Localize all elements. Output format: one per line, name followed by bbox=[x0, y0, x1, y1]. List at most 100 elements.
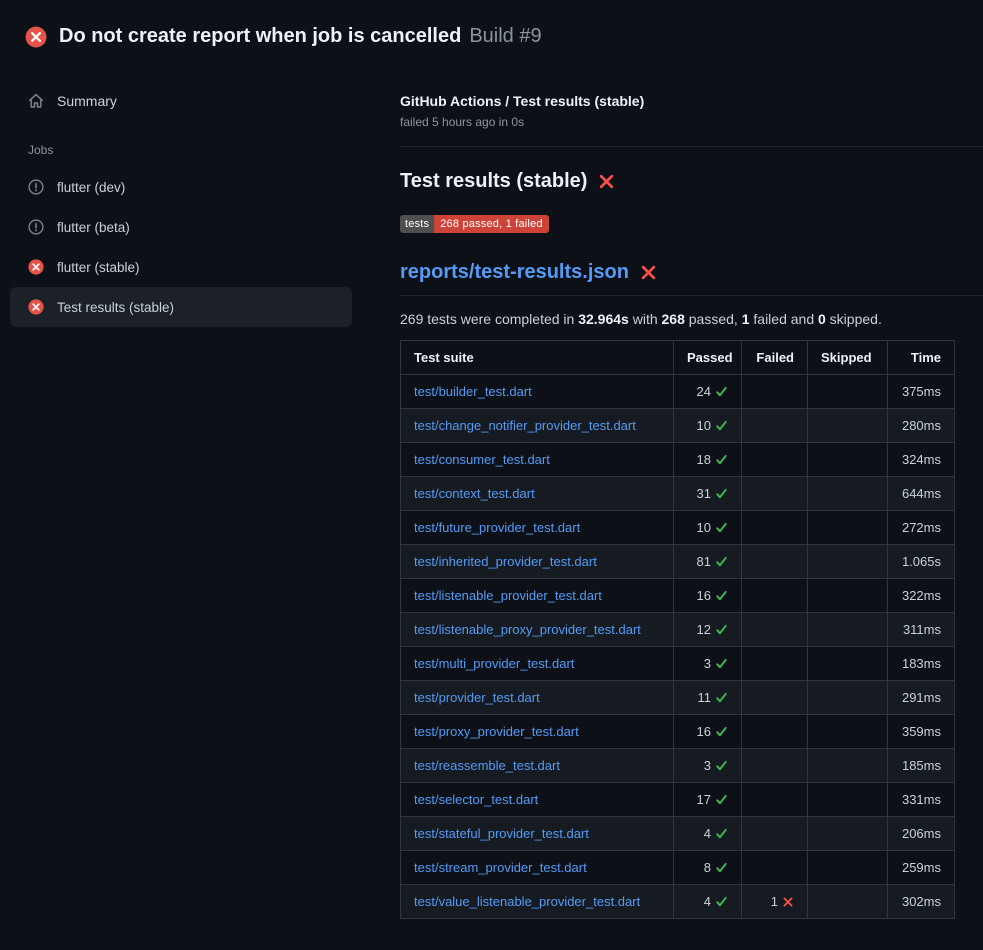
check-icon bbox=[715, 385, 728, 398]
suite-cell: test/stateful_provider_test.dart bbox=[401, 817, 674, 851]
skipped-cell bbox=[808, 613, 888, 647]
suite-link[interactable]: test/future_provider_test.dart bbox=[414, 520, 580, 535]
summary-value: 268 bbox=[662, 311, 685, 327]
skipped-cell bbox=[808, 545, 888, 579]
check-icon bbox=[715, 453, 728, 466]
suite-link[interactable]: test/reassemble_test.dart bbox=[414, 758, 560, 773]
skipped-cell bbox=[808, 885, 888, 919]
table-row: test/future_provider_test.dart 10 272ms bbox=[401, 511, 955, 545]
page-layout: Summary Jobs flutter (dev)flutter (beta)… bbox=[0, 56, 983, 919]
skipped-cell bbox=[808, 477, 888, 511]
suite-link[interactable]: test/listenable_provider_test.dart bbox=[414, 588, 602, 603]
passed-cell: 3 bbox=[674, 647, 742, 681]
summary-text: passed, bbox=[685, 311, 742, 327]
summary-value: 1 bbox=[742, 311, 750, 327]
job-label: flutter (dev) bbox=[57, 180, 125, 195]
sidebar-job-flutter-stable[interactable]: flutter (stable) bbox=[10, 247, 352, 287]
failed-cell bbox=[742, 749, 808, 783]
check-icon bbox=[715, 487, 728, 500]
suite-cell: test/proxy_provider_test.dart bbox=[401, 715, 674, 749]
passed-cell-count: 3 bbox=[704, 758, 711, 773]
suite-cell: test/selector_test.dart bbox=[401, 783, 674, 817]
sidebar: Summary Jobs flutter (dev)flutter (beta)… bbox=[0, 56, 368, 327]
check-icon bbox=[715, 861, 728, 874]
passed-cell: 16 bbox=[674, 715, 742, 749]
table-body: test/builder_test.dart24375mstest/change… bbox=[401, 375, 955, 919]
suite-link[interactable]: test/context_test.dart bbox=[414, 486, 535, 501]
sidebar-job-flutter-beta[interactable]: flutter (beta) bbox=[10, 207, 352, 247]
report-title: reports/test-results.json bbox=[400, 261, 983, 296]
suite-link[interactable]: test/change_notifier_provider_test.dart bbox=[414, 418, 636, 433]
failed-cell bbox=[742, 579, 808, 613]
sidebar-item-summary[interactable]: Summary bbox=[10, 85, 352, 117]
skipped-cell bbox=[808, 375, 888, 409]
table-row: test/proxy_provider_test.dart 16 359ms bbox=[401, 715, 955, 749]
passed-cell-count: 8 bbox=[704, 860, 711, 875]
summary-text: with bbox=[629, 311, 662, 327]
suite-link[interactable]: test/builder_test.dart bbox=[414, 384, 532, 399]
check-icon bbox=[715, 555, 728, 568]
divider bbox=[400, 146, 983, 147]
check-icon bbox=[715, 725, 728, 738]
table-row: test/value_listenable_provider_test.dart… bbox=[401, 885, 955, 919]
suite-link[interactable]: test/provider_test.dart bbox=[414, 690, 540, 705]
passed-cell: 4 bbox=[674, 885, 742, 919]
skipped-cell bbox=[808, 715, 888, 749]
passed-cell: 24 bbox=[674, 375, 742, 409]
passed-cell: 17 bbox=[674, 783, 742, 817]
table-row: test/stream_provider_test.dart8259ms bbox=[401, 851, 955, 885]
passed-cell: 3 bbox=[674, 749, 742, 783]
cross-icon bbox=[782, 896, 794, 908]
failed-cell bbox=[742, 545, 808, 579]
x-circle-icon bbox=[28, 299, 44, 315]
table-row: test/change_notifier_provider_test.dart 1… bbox=[401, 409, 955, 443]
skipped-cell bbox=[808, 681, 888, 715]
suite-link[interactable]: test/value_listenable_provider_test.dart bbox=[414, 894, 640, 909]
table-row: test/context_test.dart31644ms bbox=[401, 477, 955, 511]
passed-cell: 16 bbox=[674, 579, 742, 613]
passed-cell-count: 17 bbox=[697, 792, 711, 807]
table-header-row: Test suitePassedFailedSkippedTime bbox=[401, 341, 955, 375]
time-cell: 324ms bbox=[888, 443, 955, 477]
table-row: test/listenable_proxy_provider_test.dart… bbox=[401, 613, 955, 647]
failed-cell bbox=[742, 715, 808, 749]
suite-cell: test/future_provider_test.dart bbox=[401, 511, 674, 545]
suite-link[interactable]: test/inherited_provider_test.dart bbox=[414, 554, 597, 569]
column-header-time: Time bbox=[888, 341, 955, 375]
time-cell: 302ms bbox=[888, 885, 955, 919]
check-icon bbox=[715, 691, 728, 704]
job-label: flutter (stable) bbox=[57, 260, 140, 275]
job-label: Test results (stable) bbox=[57, 300, 174, 315]
check-icon bbox=[715, 895, 728, 908]
table-row: test/selector_test.dart17331ms bbox=[401, 783, 955, 817]
suite-link[interactable]: test/selector_test.dart bbox=[414, 792, 538, 807]
passed-cell-count: 10 bbox=[697, 520, 711, 535]
report-link[interactable]: reports/test-results.json bbox=[400, 261, 629, 284]
time-cell: 280ms bbox=[888, 409, 955, 443]
sidebar-job-test-results-stable[interactable]: Test results (stable) bbox=[10, 287, 352, 327]
passed-cell-count: 12 bbox=[697, 622, 711, 637]
check-icon bbox=[715, 827, 728, 840]
column-header-test-suite: Test suite bbox=[401, 341, 674, 375]
suite-link[interactable]: test/multi_provider_test.dart bbox=[414, 656, 574, 671]
passed-cell-count: 10 bbox=[697, 418, 711, 433]
time-cell: 359ms bbox=[888, 715, 955, 749]
suite-link[interactable]: test/proxy_provider_test.dart bbox=[414, 724, 579, 739]
passed-cell: 12 bbox=[674, 613, 742, 647]
suite-link[interactable]: test/stateful_provider_test.dart bbox=[414, 826, 589, 841]
time-cell: 206ms bbox=[888, 817, 955, 851]
x-circle-icon bbox=[25, 26, 47, 48]
time-cell: 272ms bbox=[888, 511, 955, 545]
suite-link[interactable]: test/consumer_test.dart bbox=[414, 452, 550, 467]
summary-value: 0 bbox=[818, 311, 826, 327]
main-content: GitHub Actions / Test results (stable) f… bbox=[368, 56, 983, 919]
skipped-cell bbox=[808, 511, 888, 545]
failed-cell bbox=[742, 511, 808, 545]
suite-link[interactable]: test/stream_provider_test.dart bbox=[414, 860, 587, 875]
sidebar-job-flutter-dev[interactable]: flutter (dev) bbox=[10, 167, 352, 207]
suite-link[interactable]: test/listenable_proxy_provider_test.dart bbox=[414, 622, 641, 637]
tests-status-badge: tests 268 passed, 1 failed bbox=[400, 215, 549, 233]
check-icon bbox=[715, 419, 728, 432]
suite-cell: test/inherited_provider_test.dart bbox=[401, 545, 674, 579]
suite-cell: test/reassemble_test.dart bbox=[401, 749, 674, 783]
